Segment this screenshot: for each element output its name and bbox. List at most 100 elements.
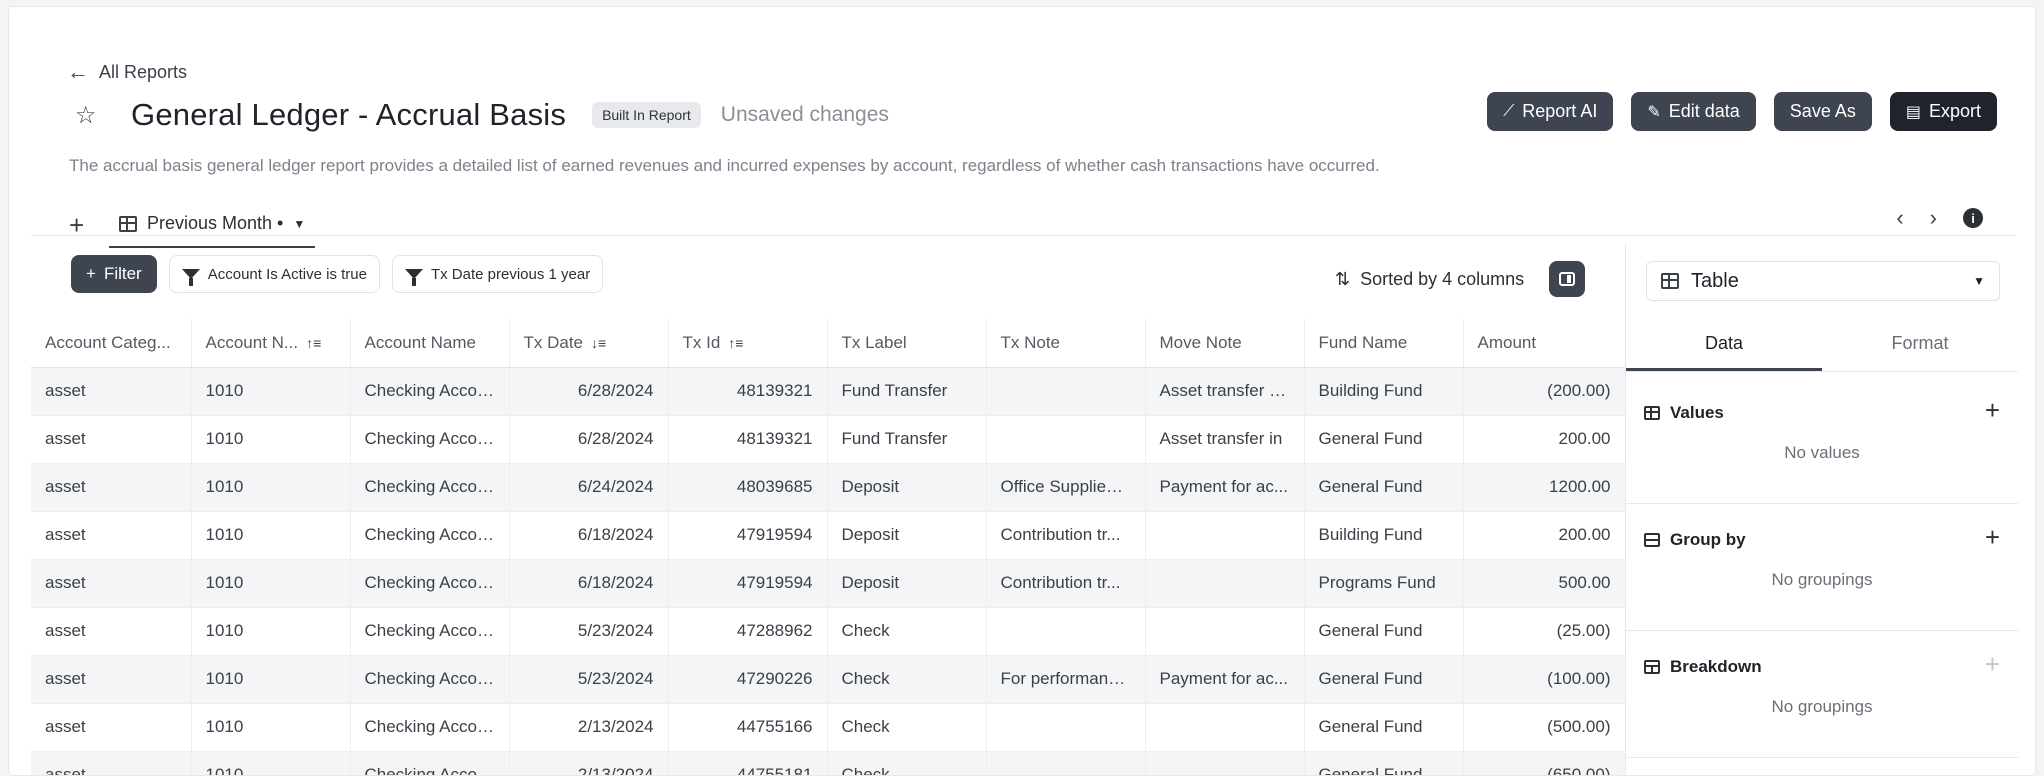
table-cell[interactable]: 5/23/2024 — [509, 607, 669, 656]
table-cell[interactable]: asset — [31, 703, 192, 752]
table-cell[interactable] — [1145, 751, 1305, 775]
column-header[interactable]: Account Name — [350, 319, 510, 368]
table-cell[interactable]: 5/23/2024 — [509, 655, 669, 704]
table-cell[interactable]: 1010 — [191, 703, 351, 752]
table-row[interactable]: asset 1010 Checking Accou... 5/23/2024 47288… — [31, 607, 1625, 656]
filter-chip-account-active[interactable]: Account Is Active is true — [168, 255, 380, 293]
table-cell[interactable]: 1200.00 — [1463, 463, 1625, 512]
table-cell[interactable]: 47290226 — [668, 655, 828, 704]
back-to-all-reports-link[interactable]: ← All Reports — [67, 61, 187, 83]
table-cell[interactable]: 1010 — [191, 751, 351, 775]
table-row[interactable]: asset 1010 Checking Accou... 2/13/2024 44755… — [31, 751, 1625, 775]
table-cell[interactable]: Checking Accou... — [350, 703, 510, 752]
info-icon[interactable]: i — [1963, 208, 1983, 228]
table-row[interactable]: asset 1010 Checking Accou... 6/18/2024 47919… — [31, 559, 1625, 608]
sort-asc-icon[interactable]: ↑≡ — [306, 335, 321, 351]
table-cell[interactable]: 6/18/2024 — [509, 511, 669, 560]
column-header[interactable]: Amount — [1463, 319, 1625, 368]
table-cell[interactable]: 48139321 — [668, 415, 828, 464]
table-row[interactable]: asset 1010 Checking Accou... 6/24/2024 48039… — [31, 463, 1625, 512]
table-cell[interactable] — [1145, 703, 1305, 752]
table-cell[interactable]: asset — [31, 415, 192, 464]
table-cell[interactable]: 1010 — [191, 559, 351, 608]
table-cell[interactable]: Programs Fund — [1304, 559, 1464, 608]
table-cell[interactable]: Payment for ac... — [1145, 655, 1305, 704]
panel-toggle-button[interactable] — [1549, 261, 1585, 297]
table-cell[interactable]: (500.00) — [1463, 703, 1625, 752]
table-row[interactable]: asset 1010 Checking Accou... 6/28/2024 48139… — [31, 367, 1625, 416]
report-ai-button[interactable]: ⟋ Report AI — [1487, 92, 1614, 131]
filter-chip-tx-date[interactable]: Tx Date previous 1 year — [391, 255, 604, 293]
table-cell[interactable]: General Fund — [1304, 607, 1464, 656]
table-cell[interactable]: (100.00) — [1463, 655, 1625, 704]
add-view-icon[interactable]: + — [69, 210, 109, 241]
export-button[interactable]: ▤ Export — [1889, 92, 1997, 131]
column-header[interactable]: Tx Date ↓≡ — [509, 319, 669, 368]
table-cell[interactable]: asset — [31, 463, 192, 512]
sort-asc-icon[interactable]: ↑≡ — [728, 335, 743, 351]
table-cell[interactable]: asset — [31, 751, 192, 775]
column-header[interactable]: Account Categ... — [31, 319, 192, 368]
table-cell[interactable]: Building Fund — [1304, 511, 1464, 560]
table-cell[interactable]: Checking Accou... — [350, 655, 510, 704]
table-cell[interactable] — [1145, 607, 1305, 656]
chevron-left-icon[interactable]: ‹ — [1896, 205, 1903, 231]
table-cell[interactable]: 47919594 — [668, 511, 828, 560]
table-cell[interactable]: asset — [31, 607, 192, 656]
table-cell[interactable] — [986, 703, 1146, 752]
table-cell[interactable]: General Fund — [1304, 655, 1464, 704]
table-cell[interactable]: 1010 — [191, 463, 351, 512]
add-breakdown-icon[interactable]: + — [1985, 649, 2000, 680]
table-row[interactable]: asset 1010 Checking Accou... 6/18/2024 47919… — [31, 511, 1625, 560]
table-cell[interactable]: 1010 — [191, 511, 351, 560]
table-cell[interactable]: Office Supplies ... — [986, 463, 1146, 512]
table-cell[interactable]: General Fund — [1304, 463, 1464, 512]
table-cell[interactable]: (200.00) — [1463, 367, 1625, 416]
table-cell[interactable] — [986, 367, 1146, 416]
table-cell[interactable]: 1010 — [191, 367, 351, 416]
column-header[interactable]: Fund Name — [1304, 319, 1464, 368]
table-cell[interactable]: 6/24/2024 — [509, 463, 669, 512]
sort-indicator[interactable]: ⇅ Sorted by 4 columns — [1335, 269, 1524, 290]
table-cell[interactable]: 200.00 — [1463, 415, 1625, 464]
table-cell[interactable]: 6/18/2024 — [509, 559, 669, 608]
table-cell[interactable]: Check — [827, 655, 987, 704]
table-cell[interactable]: Checking Accou... — [350, 559, 510, 608]
table-cell[interactable]: Fund Transfer — [827, 415, 987, 464]
edit-data-button[interactable]: ✎ Edit data — [1631, 92, 1756, 131]
table-cell[interactable]: Check — [827, 751, 987, 775]
tab-previous-month[interactable]: Previous Month • ▼ — [109, 213, 316, 248]
table-cell[interactable]: Asset transfer in — [1145, 415, 1305, 464]
table-cell[interactable]: Deposit — [827, 463, 987, 512]
table-cell[interactable]: Checking Accou... — [350, 751, 510, 775]
table-cell[interactable]: 6/28/2024 — [509, 415, 669, 464]
table-cell[interactable]: 1010 — [191, 607, 351, 656]
tab-data[interactable]: Data — [1626, 323, 1822, 371]
table-cell[interactable]: General Fund — [1304, 703, 1464, 752]
table-cell[interactable]: (650.00) — [1463, 751, 1625, 775]
table-cell[interactable]: 44755181 — [668, 751, 828, 775]
table-cell[interactable]: Contribution tr... — [986, 559, 1146, 608]
table-cell[interactable]: 44755166 — [668, 703, 828, 752]
column-header[interactable]: Tx Id ↑≡ — [668, 319, 828, 368]
table-cell[interactable]: General Fund — [1304, 415, 1464, 464]
table-cell[interactable] — [1145, 559, 1305, 608]
table-cell[interactable]: 2/13/2024 — [509, 751, 669, 775]
table-cell[interactable]: 1010 — [191, 655, 351, 704]
table-cell[interactable]: Building Fund — [1304, 367, 1464, 416]
chevron-right-icon[interactable]: › — [1930, 205, 1937, 231]
table-cell[interactable]: 500.00 — [1463, 559, 1625, 608]
add-filter-button[interactable]: + Filter — [71, 255, 157, 293]
table-cell[interactable]: 1010 — [191, 415, 351, 464]
column-header[interactable]: Tx Label — [827, 319, 987, 368]
table-cell[interactable]: Checking Accou... — [350, 463, 510, 512]
column-header[interactable]: Move Note — [1145, 319, 1305, 368]
table-cell[interactable]: 200.00 — [1463, 511, 1625, 560]
table-cell[interactable]: 6/28/2024 — [509, 367, 669, 416]
table-cell[interactable]: Check — [827, 703, 987, 752]
table-cell[interactable]: Checking Accou... — [350, 367, 510, 416]
table-cell[interactable]: (25.00) — [1463, 607, 1625, 656]
table-cell[interactable]: Asset transfer o... — [1145, 367, 1305, 416]
star-icon[interactable]: ☆ — [75, 101, 107, 130]
table-cell[interactable]: Deposit — [827, 511, 987, 560]
